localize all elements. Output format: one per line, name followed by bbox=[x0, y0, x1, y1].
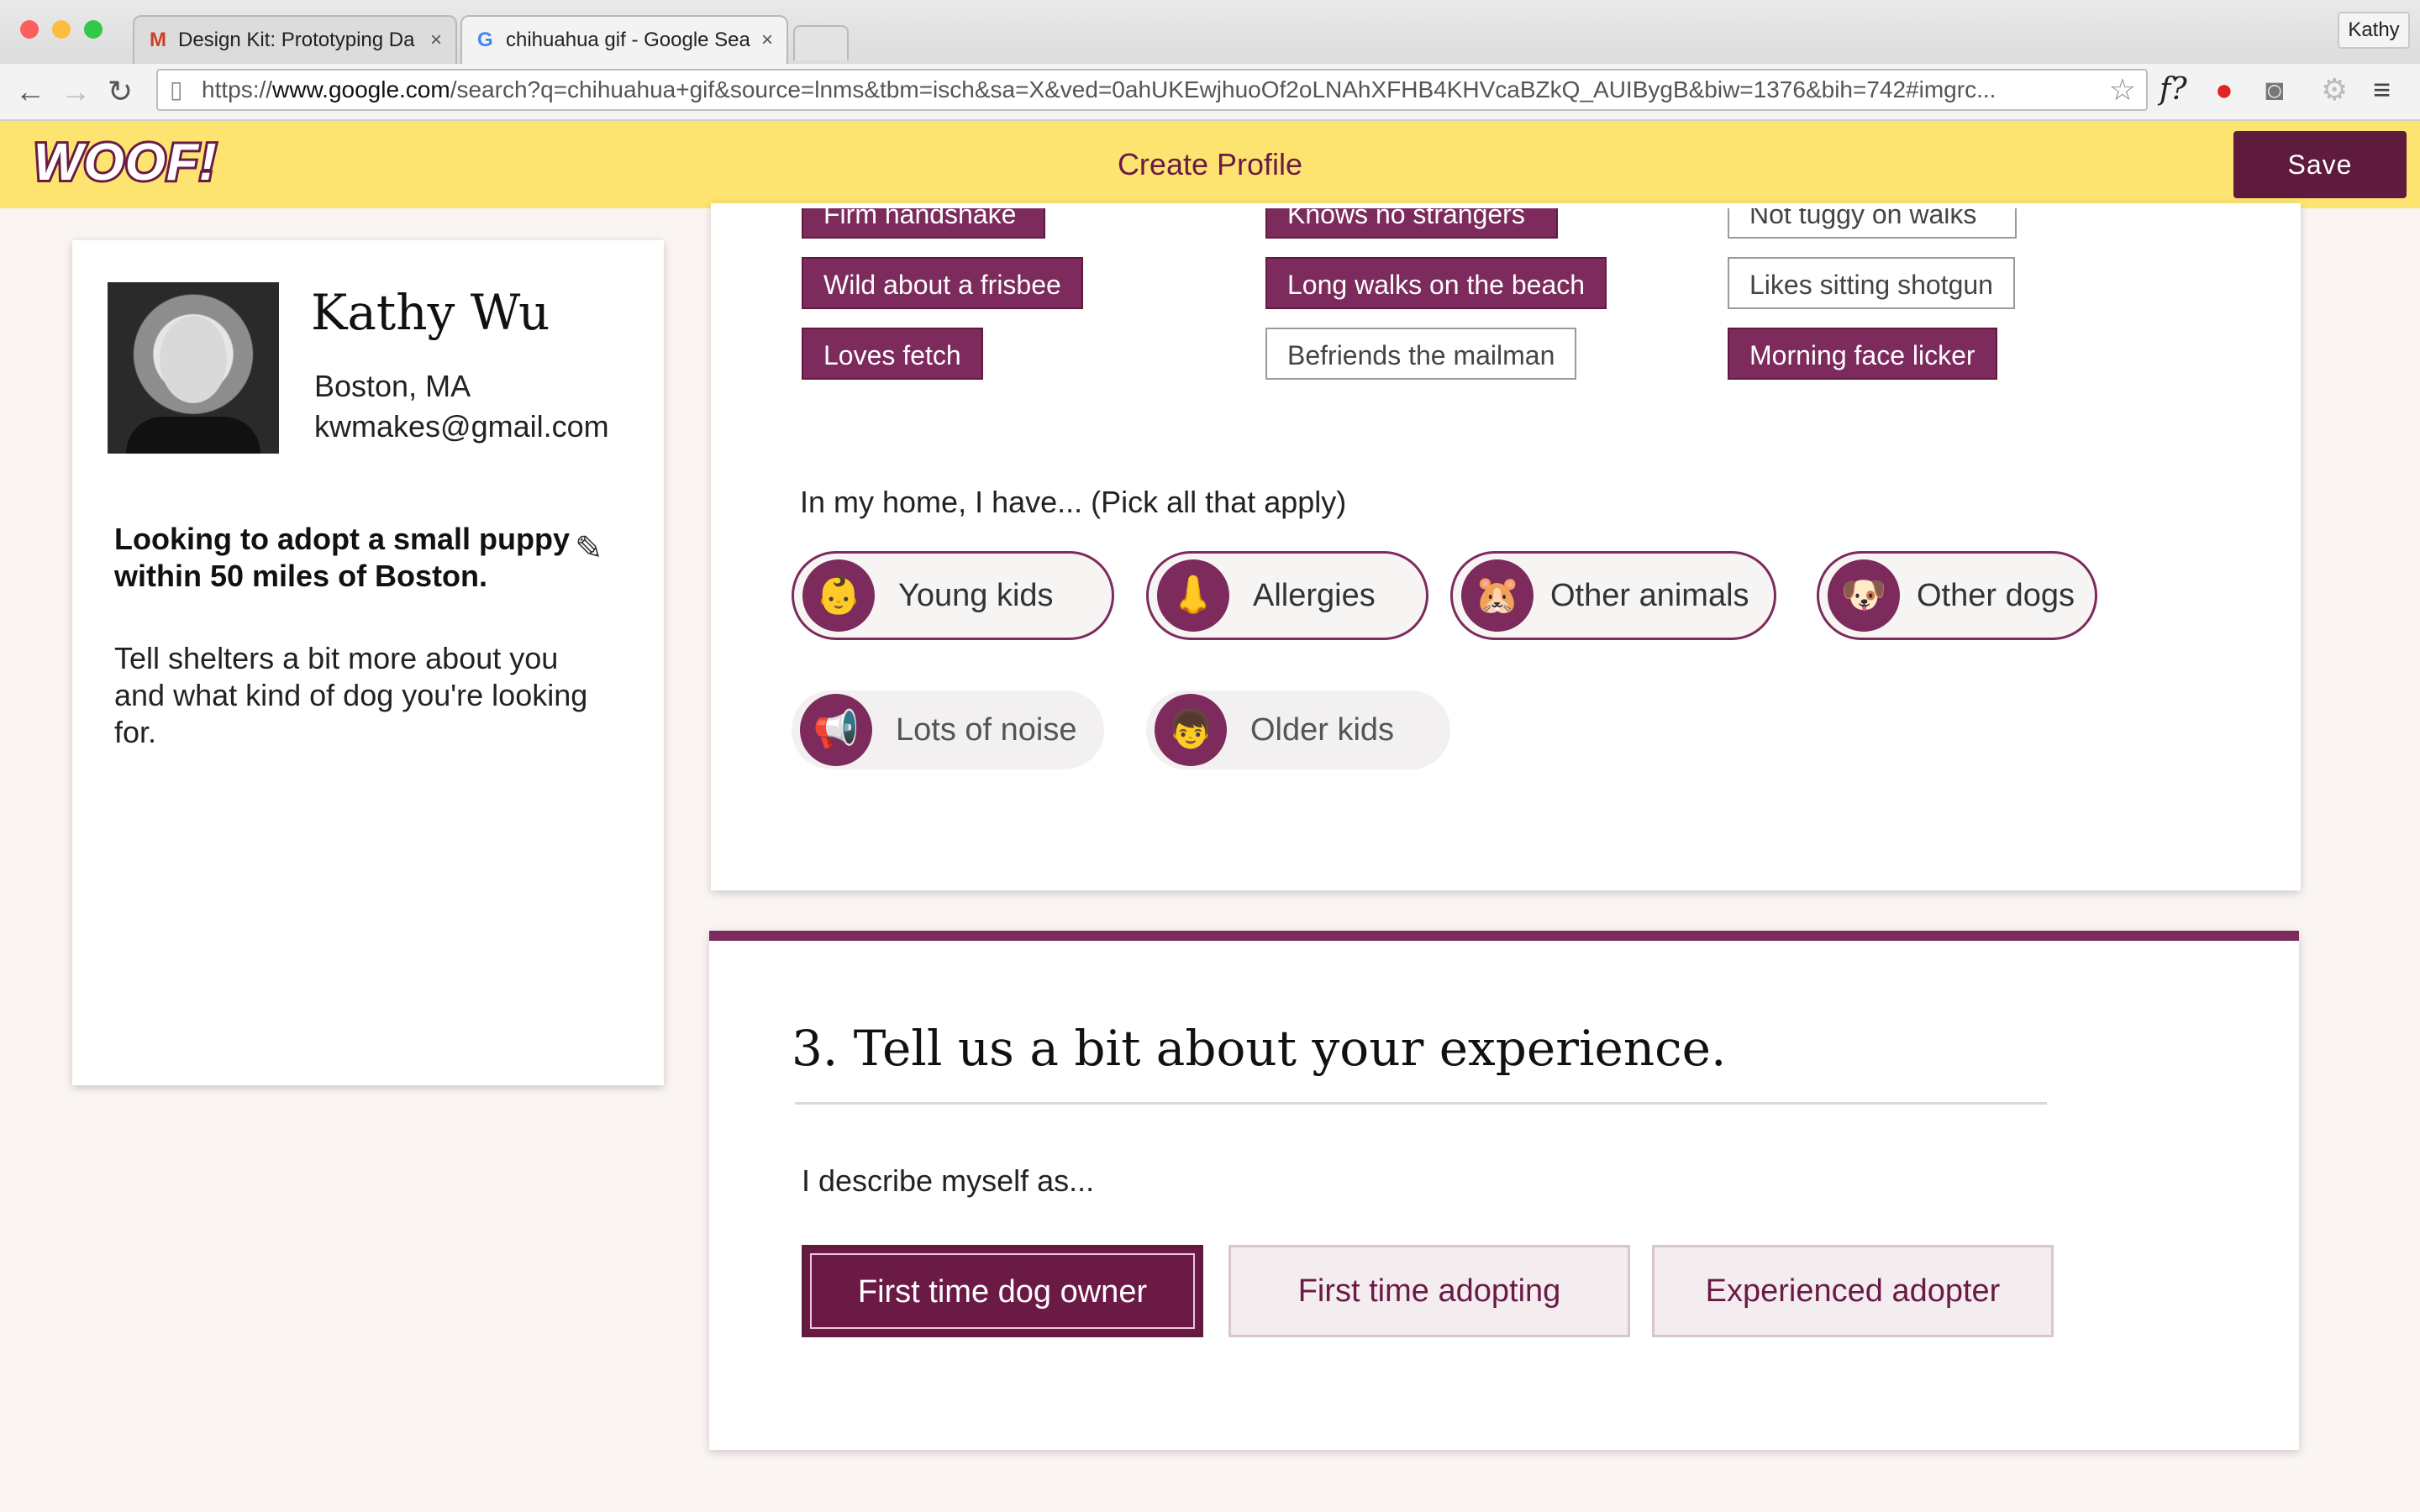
close-window-button[interactable] bbox=[20, 20, 39, 39]
dog-icon: 🐶 bbox=[1828, 559, 1900, 632]
profile-email: kwmakes@gmail.com bbox=[314, 409, 609, 444]
home-option-lots-of-noise[interactable]: 📢 Lots of noise bbox=[792, 690, 1104, 769]
page-title: Create Profile bbox=[1117, 147, 1303, 181]
close-tab-icon[interactable]: × bbox=[430, 17, 442, 64]
formula-extension-icon[interactable]: f? bbox=[2160, 71, 2187, 109]
trait-tag[interactable]: Wild about a frisbee bbox=[802, 257, 1083, 309]
url-path: /search?q=chihuahua+gif&source=lnms&tbm=… bbox=[450, 76, 1996, 102]
profile-name: Kathy Wu bbox=[311, 284, 550, 341]
trait-tag[interactable]: Morning face licker bbox=[1728, 328, 1997, 380]
option-label: Lots of noise bbox=[896, 712, 1077, 748]
child-icon: 👦 bbox=[1155, 694, 1227, 766]
tab-gmail[interactable]: M Design Kit: Prototyping Da × bbox=[133, 15, 457, 64]
baby-icon: 👶 bbox=[802, 559, 875, 632]
option-label: Allergies bbox=[1253, 578, 1376, 613]
back-arrow-icon[interactable]: ← bbox=[15, 71, 45, 113]
home-option-allergies[interactable]: 👃 Allergies bbox=[1146, 551, 1428, 640]
experience-prompt: I describe myself as... bbox=[802, 1163, 1095, 1198]
google-icon: G bbox=[477, 29, 493, 51]
home-option-young-kids[interactable]: 👶 Young kids bbox=[792, 551, 1114, 640]
close-tab-icon[interactable]: × bbox=[761, 17, 773, 64]
profile-button[interactable]: Kathy bbox=[2338, 12, 2410, 49]
forward-arrow-icon[interactable]: → bbox=[60, 71, 91, 113]
option-label: Older kids bbox=[1250, 712, 1395, 748]
option-label: Other animals bbox=[1550, 578, 1749, 613]
tab-title: chihuahua gif - Google Sea bbox=[506, 29, 750, 51]
pencil-edit-icon[interactable]: ✎ bbox=[575, 529, 603, 568]
zoom-window-button[interactable] bbox=[84, 20, 103, 39]
menu-icon[interactable]: ≡ bbox=[2373, 71, 2391, 109]
experience-option-first-time-adopting[interactable]: First time adopting bbox=[1228, 1245, 1630, 1337]
option-label: Young kids bbox=[898, 578, 1054, 613]
trait-tag[interactable]: Befriends the mailman bbox=[1265, 328, 1577, 380]
profile-goal: Looking to adopt a small puppy within 50… bbox=[114, 522, 571, 593]
bookmark-star-icon[interactable]: ☆ bbox=[2108, 71, 2136, 109]
hamster-icon: 🐹 bbox=[1461, 559, 1534, 632]
home-option-other-animals[interactable]: 🐹 Other animals bbox=[1450, 551, 1776, 640]
home-option-older-kids[interactable]: 👦 Older kids bbox=[1146, 690, 1450, 769]
reload-icon[interactable]: ↻ bbox=[108, 71, 133, 113]
section-divider bbox=[795, 1102, 2047, 1105]
trait-tag[interactable]: Long walks on the beach bbox=[1265, 257, 1607, 309]
address-bar[interactable]: ▯ https://www.google.com/search?q=chihua… bbox=[156, 69, 2148, 111]
megaphone-icon: 📢 bbox=[800, 694, 872, 766]
tab-title: Design Kit: Prototyping Da bbox=[178, 29, 415, 51]
new-tab-button[interactable] bbox=[793, 25, 849, 60]
experience-option-experienced-adopter[interactable]: Experienced adopter bbox=[1652, 1245, 2054, 1337]
section-title: 3. Tell us a bit about your experience. bbox=[792, 1020, 1727, 1077]
profile-location: Boston, MA bbox=[314, 369, 471, 403]
gmail-icon: M bbox=[150, 29, 166, 51]
avatar bbox=[108, 282, 279, 454]
camera-icon[interactable]: ◙ bbox=[2265, 71, 2284, 109]
page-icon: ▯ bbox=[170, 76, 183, 102]
save-button[interactable]: Save bbox=[2233, 131, 2407, 198]
experience-option-first-time-dog-owner[interactable]: First time dog owner bbox=[802, 1245, 1203, 1337]
home-prompt: In my home, I have... (Pick all that app… bbox=[800, 485, 1347, 519]
gear-icon[interactable]: ⚙ bbox=[2321, 71, 2348, 109]
nose-icon: 👃 bbox=[1157, 559, 1229, 632]
home-option-other-dogs[interactable]: 🐶 Other dogs bbox=[1817, 551, 2097, 640]
trait-tag[interactable]: Loves fetch bbox=[802, 328, 983, 380]
trait-tag[interactable]: Likes sitting shotgun bbox=[1728, 257, 2015, 309]
url-host: www.google.com bbox=[272, 76, 450, 102]
tab-google-search[interactable]: G chihuahua gif - Google Sea × bbox=[460, 15, 788, 64]
url-scheme: https:// bbox=[202, 76, 273, 102]
option-label: Other dogs bbox=[1917, 578, 2075, 613]
profile-prompt: Tell shelters a bit more about you and w… bbox=[114, 641, 588, 749]
minimize-window-button[interactable] bbox=[52, 20, 71, 39]
opera-extension-icon[interactable]: ● bbox=[2215, 71, 2233, 109]
